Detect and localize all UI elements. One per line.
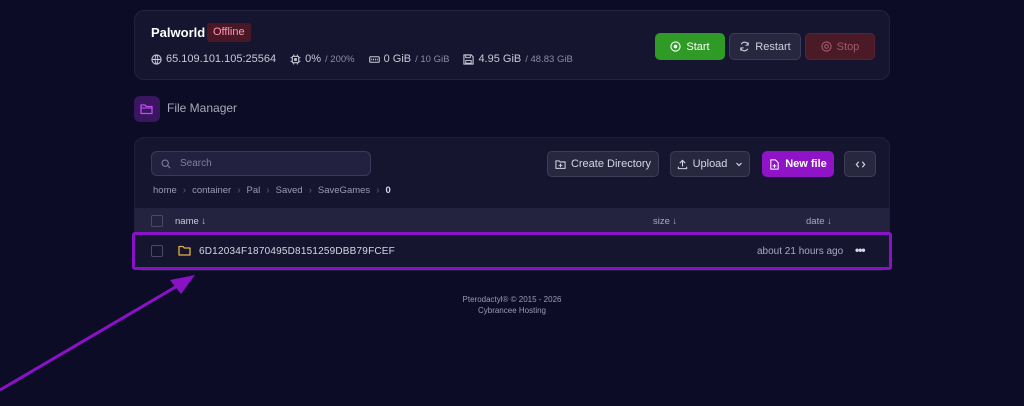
page-title: File Manager xyxy=(167,101,238,115)
breadcrumb-item-current: 0 xyxy=(385,185,391,196)
footer-copyright: Pterodactyl® © 2015 - 2026 xyxy=(462,295,562,304)
breadcrumb-item-saved[interactable]: Saved xyxy=(276,185,303,196)
search-field[interactable] xyxy=(151,151,371,176)
disk-limit: / 48.83 GiB xyxy=(525,53,573,65)
search-icon xyxy=(161,158,171,169)
disk-value: 4.95 GiB xyxy=(478,53,522,65)
file-manager-icon-badge xyxy=(134,96,160,122)
stop-circle-icon xyxy=(821,41,832,52)
breadcrumb-item-savegames[interactable]: SaveGames xyxy=(318,185,370,196)
cpu-icon xyxy=(290,53,301,65)
upload-icon xyxy=(677,159,687,169)
chevron-right-icon: › xyxy=(237,185,241,196)
stat-memory: 0 GiB / 10 GiB xyxy=(368,53,450,65)
footer-host: Cybrancee Hosting xyxy=(477,306,547,315)
folder-open-icon xyxy=(140,104,153,115)
file-plus-icon xyxy=(770,158,779,170)
status-badge: Offline xyxy=(207,23,251,42)
start-button[interactable]: Start xyxy=(655,33,725,60)
column-header-size[interactable]: size ↓ xyxy=(653,216,677,227)
memory-limit: / 10 GiB xyxy=(415,53,450,65)
new-file-label: New file xyxy=(785,158,827,170)
upload-label: Upload xyxy=(692,158,728,170)
create-directory-button[interactable]: Create Directory xyxy=(547,151,659,177)
globe-icon xyxy=(151,53,162,65)
column-header-name[interactable]: name ↓ xyxy=(175,216,206,227)
restart-button[interactable]: Restart xyxy=(729,33,801,60)
refresh-icon xyxy=(740,41,749,52)
table-header: name ↓ size ↓ date ↓ xyxy=(135,208,889,233)
breadcrumb-item-container[interactable]: container xyxy=(192,185,231,196)
memory-icon xyxy=(368,55,380,63)
code-view-button[interactable] xyxy=(844,151,876,177)
chevron-right-icon: › xyxy=(308,185,312,196)
annotation-highlight-box xyxy=(132,232,892,270)
memory-value: 0 GiB xyxy=(383,53,412,65)
create-directory-label: Create Directory xyxy=(570,158,652,170)
cpu-value: 0% xyxy=(305,53,322,65)
server-address: 65.109.101.105:25564 xyxy=(166,53,277,65)
stat-disk: 4.95 GiB / 48.83 GiB xyxy=(463,53,573,65)
chevron-right-icon: › xyxy=(182,185,187,196)
restart-label: Restart xyxy=(755,40,791,53)
chevron-right-icon: › xyxy=(376,185,380,196)
chevron-right-icon: › xyxy=(266,185,270,196)
breadcrumb-item-home[interactable]: home xyxy=(153,185,177,196)
code-icon xyxy=(855,160,865,168)
start-label: Start xyxy=(686,40,710,53)
breadcrumb-item-pal[interactable]: Pal xyxy=(247,185,261,196)
column-header-date[interactable]: date ↓ xyxy=(806,216,832,227)
select-all-checkbox[interactable] xyxy=(151,215,163,227)
stat-address: 65.109.101.105:25564 xyxy=(151,53,276,65)
stop-button[interactable]: Stop xyxy=(805,33,875,60)
breadcrumb: home › container › Pal › Saved › SaveGam… xyxy=(153,185,391,196)
stop-label: Stop xyxy=(836,40,860,53)
chevron-down-icon xyxy=(736,162,743,167)
play-circle-icon xyxy=(670,41,682,52)
save-disk-icon xyxy=(463,53,475,65)
server-stats: 65.109.101.105:25564 0% / 200% 0 GiB / 1… xyxy=(151,53,573,65)
cpu-limit: / 200% xyxy=(325,53,355,65)
upload-button[interactable]: Upload xyxy=(670,151,750,177)
folder-plus-icon xyxy=(555,159,566,169)
server-card: Palworld Offline 65.109.101.105:25564 0%… xyxy=(134,10,890,80)
search-input[interactable] xyxy=(178,157,362,170)
stat-cpu: 0% / 200% xyxy=(290,53,355,65)
server-name: Palworld xyxy=(151,25,206,40)
new-file-button[interactable]: New file xyxy=(762,151,834,177)
